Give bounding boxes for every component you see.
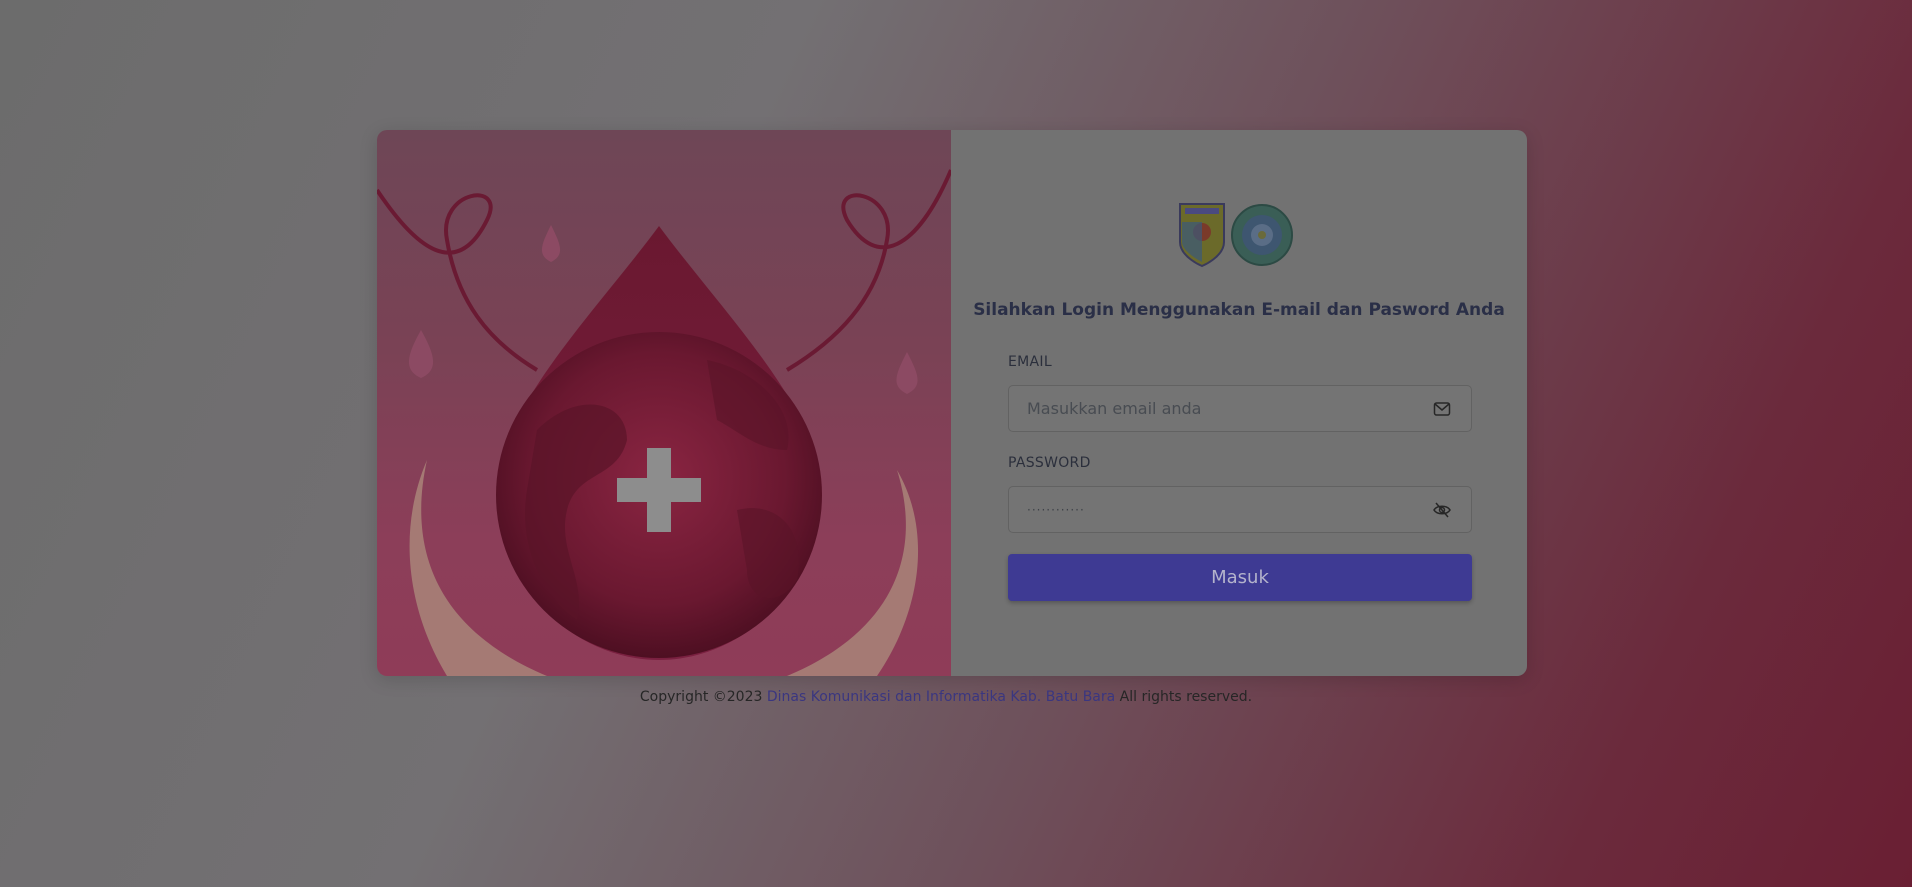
footer-prefix: Copyright ©2023 bbox=[639, 689, 763, 705]
footer-suffix: All rights reserved. bbox=[1119, 689, 1253, 705]
logo-group bbox=[1177, 202, 1293, 268]
password-input[interactable] bbox=[1027, 487, 1427, 532]
regional-emblem-logo bbox=[1231, 204, 1293, 266]
login-heading: Silahkan Login Menggunakan E-mail dan Pa… bbox=[973, 300, 1505, 320]
password-label: PASSWORD bbox=[1008, 455, 1091, 471]
login-card: Silahkan Login Menggunakan E-mail dan Pa… bbox=[377, 130, 1527, 676]
email-field-wrapper bbox=[1008, 385, 1472, 432]
password-field-wrapper bbox=[1008, 486, 1472, 533]
email-label: EMAIL bbox=[1008, 354, 1052, 370]
footer-organization-link[interactable]: Dinas Komunikasi dan Informatika Kab. Ba… bbox=[767, 689, 1115, 705]
login-button[interactable]: Masuk bbox=[1008, 554, 1472, 601]
eye-off-icon[interactable] bbox=[1433, 502, 1451, 518]
email-input[interactable] bbox=[1027, 386, 1427, 431]
footer-copyright: Copyright ©2023 Dinas Komunikasi dan Inf… bbox=[0, 689, 1892, 705]
blood-drop-globe-image bbox=[377, 169, 951, 676]
kabupaten-crest-logo bbox=[1179, 203, 1225, 268]
login-form-panel: Silahkan Login Menggunakan E-mail dan Pa… bbox=[951, 130, 1527, 676]
blood-donation-illustration bbox=[377, 130, 951, 676]
envelope-icon bbox=[1433, 402, 1451, 416]
